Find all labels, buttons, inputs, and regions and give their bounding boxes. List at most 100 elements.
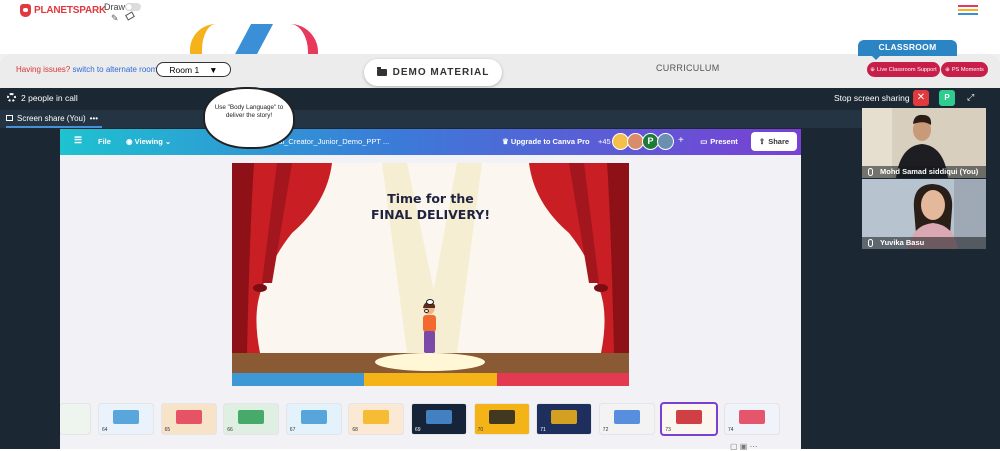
canva-file-menu[interactable]: File bbox=[98, 137, 111, 146]
classroom-tab[interactable]: CLASSROOM bbox=[858, 40, 957, 56]
menu-line bbox=[958, 13, 978, 15]
upgrade-label: Upgrade to Canva Pro bbox=[510, 137, 590, 146]
view-controls[interactable]: ▢ ▣ ⋯ bbox=[730, 442, 758, 451]
menu-line bbox=[958, 5, 978, 7]
room-select[interactable]: Room 1 ▼ bbox=[156, 62, 231, 77]
screen-share-tabbar bbox=[0, 110, 862, 128]
stage-spotlight bbox=[375, 353, 485, 371]
thought-bubble bbox=[426, 299, 434, 305]
present-icon: ▭ bbox=[700, 137, 708, 146]
slide-thumbnail[interactable] bbox=[60, 404, 90, 434]
thumbnail-number: 73 bbox=[665, 427, 671, 433]
thumbnail-number: 72 bbox=[602, 427, 609, 433]
classroom-tab-pointer bbox=[872, 56, 880, 60]
pencil-icon[interactable]: ✎ bbox=[111, 13, 119, 24]
screen-share-tab[interactable]: Screen share (You) ••• bbox=[6, 110, 103, 128]
slide-thumbnail[interactable]: 70 bbox=[474, 404, 529, 434]
thumbnail-number: 66 bbox=[227, 427, 233, 433]
curtain-tieback bbox=[253, 284, 267, 292]
stop-sharing-close-button[interactable]: ✕ bbox=[913, 90, 929, 106]
live-support-label: Live Classroom Support bbox=[876, 66, 937, 73]
issues-question: Having issues? bbox=[16, 65, 71, 74]
folder-icon bbox=[376, 67, 387, 76]
canva-viewing-menu[interactable]: ◉ Viewing ⌄ bbox=[126, 137, 171, 146]
collaborator-avatar[interactable] bbox=[657, 133, 674, 150]
dropdown-arrow-icon: ▼ bbox=[209, 64, 218, 75]
share-icon: ⇧ bbox=[758, 137, 766, 146]
present-button[interactable]: ▭ Present bbox=[694, 132, 744, 151]
hamburger-menu-icon[interactable] bbox=[958, 5, 978, 17]
stop-sharing-label[interactable]: Stop screen sharing bbox=[834, 93, 910, 103]
thumbnail-accent bbox=[175, 410, 202, 424]
microphone-icon bbox=[868, 239, 873, 247]
present-label: Present bbox=[710, 137, 738, 146]
gear-icon[interactable] bbox=[7, 93, 16, 102]
slide-thumbnail[interactable]: 66 bbox=[224, 404, 279, 434]
curriculum-tab[interactable]: CURRICULUM bbox=[656, 63, 720, 73]
slide-title-line: Time for the bbox=[387, 191, 474, 206]
header-band-top bbox=[0, 24, 1000, 54]
slide-thumbnail[interactable]: 68 bbox=[349, 404, 404, 434]
ps-moments-button[interactable]: ⊕ PS Moments bbox=[941, 62, 988, 77]
participant-tile[interactable]: Yuvika Basu bbox=[862, 179, 986, 249]
slide-thumbnail[interactable]: 67 bbox=[286, 404, 341, 434]
demo-material-button[interactable]: DEMO MATERIAL bbox=[364, 59, 502, 86]
participant-name: Yuvika Basu bbox=[862, 237, 986, 249]
room-select-value: Room 1 bbox=[169, 64, 200, 75]
collaborator-count[interactable]: +45 bbox=[598, 137, 611, 146]
more-options-icon[interactable]: ••• bbox=[90, 114, 98, 123]
thumbnail-number: 70 bbox=[477, 427, 484, 433]
screen-share-label: Screen share (You) bbox=[17, 113, 86, 123]
thumbnail-number: 67 bbox=[289, 427, 296, 433]
demo-material-label: DEMO MATERIAL bbox=[392, 67, 490, 78]
menu-line bbox=[958, 9, 978, 11]
avatar[interactable]: P bbox=[939, 90, 955, 106]
logo-mark-icon bbox=[20, 4, 31, 17]
planetspark-logo[interactable]: PLANETSPARK bbox=[20, 4, 106, 17]
stage-stripe bbox=[364, 373, 497, 386]
support-icon: ⊕ bbox=[870, 66, 875, 73]
participant-tile[interactable]: Mohd Samad siddiqui (You) bbox=[862, 108, 986, 178]
thumbnail-accent bbox=[676, 410, 703, 424]
issues-notice: Having issues? switch to alternate room bbox=[16, 65, 157, 74]
slide-title-line: FINAL DELIVERY! bbox=[370, 207, 491, 222]
child-legs bbox=[424, 331, 435, 353]
share-label: Share bbox=[768, 137, 790, 146]
live-support-button[interactable]: ⊕ Live Classroom Support bbox=[867, 62, 940, 77]
canva-share-button[interactable]: ⇧ Share bbox=[751, 132, 797, 151]
fullscreen-icon[interactable]: ⤢ bbox=[967, 92, 974, 103]
slide-thumbnail[interactable]: 72 bbox=[599, 404, 654, 434]
thumbnail-number: 71 bbox=[540, 427, 546, 433]
screen-icon bbox=[6, 115, 13, 121]
thumbnail-number: 69 bbox=[415, 427, 421, 433]
thought-cloud-text: Use "Body Language" to deliver the story… bbox=[214, 104, 284, 119]
alternate-room-link[interactable]: switch to alternate room bbox=[72, 65, 157, 74]
logo-text: PLANETSPARK bbox=[34, 5, 107, 16]
thought-bubble bbox=[424, 309, 429, 313]
thumbnail-accent bbox=[363, 410, 390, 424]
slide-thumbnail[interactable]: 69 bbox=[412, 404, 466, 434]
slide-thumbnail[interactable]: 65 bbox=[161, 404, 216, 434]
slide-thumbnail[interactable]: 74 bbox=[725, 404, 779, 434]
slide-thumbnail[interactable]: 73 bbox=[660, 402, 719, 436]
stage-stripe bbox=[497, 373, 629, 386]
draw-label: Draw bbox=[104, 2, 126, 12]
slide-thumbnail[interactable]: 71 bbox=[537, 404, 592, 434]
thumbnail-accent bbox=[739, 410, 765, 424]
draw-toggle[interactable] bbox=[125, 3, 141, 11]
thumbnail-number: 74 bbox=[728, 427, 734, 433]
canva-upgrade-button[interactable]: ♛ Upgrade to Canva Pro bbox=[502, 137, 590, 146]
thumbnail-accent bbox=[300, 410, 327, 424]
add-collaborator-button[interactable]: + bbox=[678, 135, 684, 146]
canva-menu-icon[interactable]: ☰ bbox=[74, 135, 82, 146]
slide-thumbnail[interactable]: 64 bbox=[99, 404, 153, 434]
thumbnail-number: 68 bbox=[352, 427, 358, 433]
microphone-icon bbox=[868, 168, 873, 176]
child-shirt bbox=[423, 315, 436, 332]
thumbnail-accent bbox=[238, 410, 265, 424]
top-bar bbox=[0, 0, 1000, 24]
stage-stripe bbox=[232, 373, 364, 386]
curtain-tieback bbox=[594, 284, 608, 292]
camera-icon: ⊕ bbox=[945, 66, 950, 73]
slide-title: Time for the FINAL DELIVERY! bbox=[232, 191, 629, 223]
